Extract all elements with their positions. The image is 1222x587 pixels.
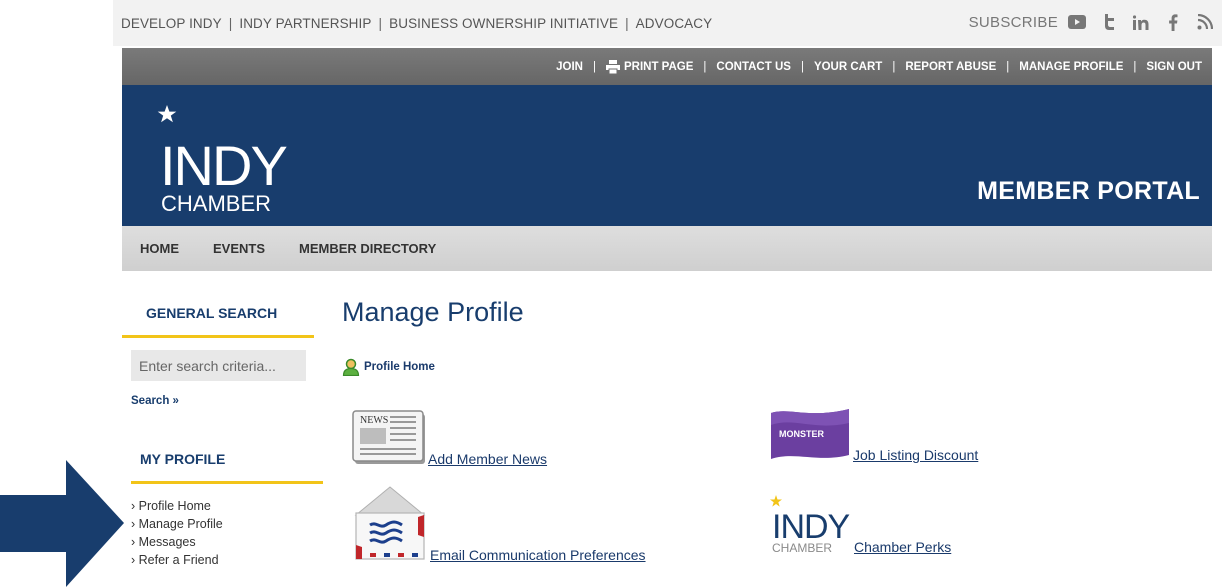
job-listing-discount-link[interactable]: Job Listing Discount	[853, 447, 978, 463]
separator: |	[703, 60, 707, 73]
top-link-indy-partnership[interactable]: INDY PARTNERSHIP	[239, 16, 371, 31]
youtube-icon[interactable]	[1068, 13, 1086, 31]
search-button[interactable]: Search »	[131, 395, 179, 407]
main-nav: HOME EVENTS MEMBER DIRECTORY	[122, 226, 1212, 271]
my-profile-heading: MY PROFILE	[131, 451, 323, 484]
add-member-news-link[interactable]: Add Member News	[428, 451, 547, 467]
profile-home-row: Profile Home	[342, 358, 435, 376]
print-page-label: PRINT PAGE	[623, 60, 694, 73]
tile-email-preferences: Email Communication Preferences	[350, 485, 646, 563]
sidebar-item-profile-home[interactable]: › Profile Home	[131, 497, 223, 515]
newspaper-icon[interactable]: NEWS	[352, 409, 428, 467]
sidebar: GENERAL SEARCH Search » MY PROFILE › Pro…	[122, 271, 323, 587]
profile-menu: › Profile Home › Manage Profile › Messag…	[131, 497, 223, 569]
separator: |	[892, 60, 896, 73]
tile-add-member-news: NEWS Add Member News	[352, 409, 547, 467]
subscribe-label[interactable]: SUBSCRIBE	[969, 14, 1058, 31]
facebook-icon[interactable]	[1164, 13, 1182, 31]
main-content: Manage Profile Profile Home NEWS Add Mem…	[340, 271, 1212, 587]
social-links: SUBSCRIBE	[969, 13, 1214, 31]
separator: |	[378, 15, 383, 31]
separator: |	[800, 60, 804, 73]
linkedin-icon[interactable]	[1132, 13, 1150, 31]
svg-text:MONSTER: MONSTER	[779, 429, 825, 439]
separator: |	[625, 15, 629, 31]
top-links: DEVELOP INDY | INDY PARTNERSHIP | BUSINE…	[121, 16, 712, 31]
twitter-icon[interactable]	[1100, 13, 1118, 31]
profile-home-link[interactable]: Profile Home	[364, 361, 435, 373]
tile-job-listing-discount: MONSTER Job Listing Discount	[769, 407, 978, 463]
separator: |	[228, 15, 233, 31]
your-cart-link[interactable]: YOUR CART	[814, 61, 882, 73]
indy-chamber-perks-logo[interactable]: INDY CHAMBER	[770, 493, 854, 555]
sidebar-item-refer-a-friend[interactable]: › Refer a Friend	[131, 551, 223, 569]
sign-out-link[interactable]: SIGN OUT	[1146, 61, 1202, 73]
rss-icon[interactable]	[1196, 13, 1214, 31]
nav-events[interactable]: EVENTS	[213, 241, 265, 256]
brand-header: INDY CHAMBER MEMBER PORTAL	[122, 85, 1212, 226]
chamber-perks-link[interactable]: Chamber Perks	[854, 539, 951, 555]
tile-chamber-perks: INDY CHAMBER Chamber Perks	[770, 493, 951, 555]
nav-home[interactable]: HOME	[140, 241, 179, 256]
separator: |	[592, 60, 596, 73]
report-abuse-link[interactable]: REPORT ABUSE	[905, 61, 996, 73]
join-link[interactable]: JOIN	[556, 61, 583, 73]
separator: |	[1133, 60, 1137, 73]
general-search-heading: GENERAL SEARCH	[122, 305, 314, 338]
indy-chamber-logo[interactable]: INDY CHAMBER	[152, 99, 302, 219]
printer-icon	[605, 59, 620, 74]
sidebar-item-messages[interactable]: › Messages	[131, 533, 223, 551]
top-utility-bar: DEVELOP INDY | INDY PARTNERSHIP | BUSINE…	[113, 0, 1222, 46]
envelope-icon[interactable]	[350, 485, 430, 563]
nav-member-directory[interactable]: MEMBER DIRECTORY	[299, 241, 436, 256]
account-action-bar: JOIN | PRINT PAGE | CONTACT US | YOUR CA…	[122, 48, 1212, 85]
email-preferences-link[interactable]: Email Communication Preferences	[430, 547, 646, 563]
svg-text:NEWS: NEWS	[360, 415, 388, 426]
pointer-arrow-icon	[0, 460, 124, 587]
manage-profile-link[interactable]: MANAGE PROFILE	[1019, 61, 1123, 73]
separator: |	[1006, 60, 1010, 73]
page-title: Manage Profile	[342, 297, 524, 327]
top-link-develop-indy[interactable]: DEVELOP INDY	[121, 16, 222, 31]
search-input[interactable]	[131, 350, 306, 381]
monster-flag-icon[interactable]: MONSTER	[769, 407, 853, 463]
top-link-business-ownership[interactable]: BUSINESS OWNERSHIP INITIATIVE	[389, 16, 618, 31]
svg-text:INDY: INDY	[160, 134, 287, 197]
svg-text:CHAMBER: CHAMBER	[161, 191, 271, 216]
sidebar-item-manage-profile[interactable]: › Manage Profile	[131, 515, 223, 533]
top-link-advocacy[interactable]: ADVOCACY	[636, 16, 713, 31]
portal-title: MEMBER PORTAL	[977, 177, 1200, 205]
print-page-link[interactable]: PRINT PAGE	[605, 59, 694, 74]
user-icon	[342, 358, 360, 376]
contact-us-link[interactable]: CONTACT US	[716, 61, 791, 73]
svg-text:CHAMBER: CHAMBER	[772, 541, 832, 555]
